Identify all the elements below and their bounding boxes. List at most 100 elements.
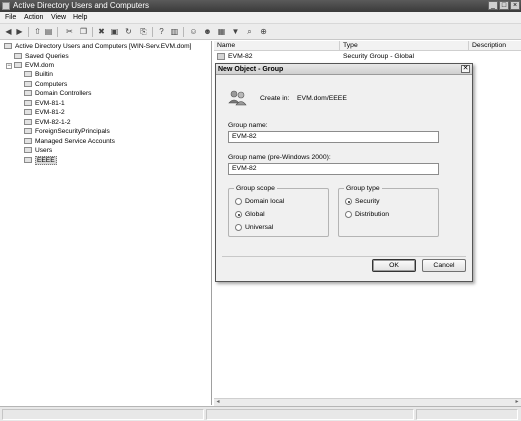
show-console-tree-icon[interactable]: ▤ (44, 27, 53, 36)
radio-security-label: Security (355, 198, 380, 205)
tree-item-evm-81-2[interactable]: EVM-81-2 (24, 108, 65, 117)
status-pane (416, 409, 518, 420)
radio-universal-label: Universal (245, 224, 274, 231)
scroll-right-icon[interactable]: ▸ (513, 399, 521, 406)
collapse-toggle[interactable]: − (6, 63, 12, 69)
row-name: EVM-82 (228, 53, 253, 60)
toolbar-divider (152, 27, 153, 37)
group-scope-box: Group scope Domain local Global Universa… (228, 184, 329, 237)
tree-item-domain[interactable]: EVM.dom (14, 61, 54, 70)
status-pane (2, 409, 204, 420)
tree-item-foreign-security-principals[interactable]: ForeignSecurityPrincipals (24, 127, 110, 136)
tree-item-domain-controllers[interactable]: Domain Controllers (24, 89, 91, 98)
export-list-icon[interactable]: ⎘ (139, 27, 148, 36)
ou-icon (24, 100, 32, 106)
group-type-title: Group type (344, 184, 382, 193)
back-icon[interactable]: ◀ (4, 27, 13, 36)
new-group-icon[interactable]: ☻ (203, 27, 212, 36)
add-to-group-icon[interactable]: ⊕ (259, 27, 268, 36)
column-header-type[interactable]: Type (340, 41, 469, 51)
status-bar (0, 406, 521, 421)
aduc-icon (4, 43, 12, 49)
group-type-box: Group type Security Distribution (338, 184, 439, 237)
domain-icon (14, 62, 22, 68)
tree-item-saved-queries[interactable]: Saved Queries (14, 52, 69, 61)
window-title-bar: Active Directory Users and Computers _ □… (0, 0, 521, 12)
dialog-divider (222, 256, 466, 257)
dialog-close-button[interactable]: ✕ (461, 65, 470, 73)
radio-security[interactable] (345, 198, 352, 205)
new-ou-icon[interactable]: ▦ (217, 27, 226, 36)
new-user-icon[interactable]: ☺ (189, 27, 198, 36)
menu-view[interactable]: View (51, 13, 66, 23)
close-window-button[interactable]: × (510, 1, 520, 10)
filter-icon[interactable]: ▼ (231, 27, 240, 36)
console-tree: Active Directory Users and Computers [WI… (0, 41, 212, 405)
folder-icon (24, 147, 32, 153)
pre2000-name-label: Group name (pre-Windows 2000): (228, 154, 331, 161)
column-header-name[interactable]: Name (214, 41, 340, 51)
group-name-label: Group name: (228, 122, 268, 129)
forward-icon[interactable]: ▶ (15, 27, 24, 36)
find-icon[interactable]: ⌕ (245, 27, 254, 36)
tree-item-evm-81-1[interactable]: EVM-81-1 (24, 99, 65, 108)
radio-domain-local-label: Domain local (245, 198, 285, 205)
folder-icon (14, 53, 22, 59)
ou-icon (24, 109, 32, 115)
menu-action[interactable]: Action (24, 13, 43, 23)
ou-icon (24, 119, 32, 125)
new-object-group-dialog: New Object - Group ✕ Create in: EVM.dom/… (215, 63, 473, 282)
tree-item-builtin[interactable]: Builtin (24, 70, 53, 79)
tree-item-computers[interactable]: Computers (24, 80, 67, 89)
folder-icon (24, 138, 32, 144)
app-icon (2, 2, 10, 10)
toolbar: ◀ ▶ ⇧ ▤ ✂ ❐ ✖ ▣ ↻ ⎘ ? ▥ ☺ ☻ ▦ ▼ ⌕ ⊕ (0, 24, 521, 40)
toolbar-divider (57, 27, 58, 37)
toolbar-divider (92, 27, 93, 37)
radio-distribution[interactable] (345, 211, 352, 218)
menu-help[interactable]: Help (73, 13, 87, 23)
scroll-left-icon[interactable]: ◂ (214, 399, 222, 406)
folder-icon (24, 71, 32, 77)
refresh-icon[interactable]: ↻ (124, 27, 133, 36)
dialog-title: New Object - Group (218, 66, 284, 73)
maximize-button[interactable]: □ (499, 1, 509, 10)
window-title: Active Directory Users and Computers (13, 1, 150, 10)
create-in-path: EVM.dom/EEEE (297, 95, 347, 102)
tree-root[interactable]: Active Directory Users and Computers [WI… (4, 42, 192, 51)
up-folder-icon[interactable]: ⇧ (33, 27, 42, 36)
list-row[interactable]: EVM-82 Security Group - Global (214, 52, 521, 61)
cancel-button[interactable]: Cancel (422, 259, 466, 272)
ou-icon (24, 157, 32, 163)
cut-icon[interactable]: ✂ (65, 27, 74, 36)
row-type: Security Group - Global (343, 53, 415, 60)
minimize-button[interactable]: _ (488, 1, 498, 10)
radio-domain-local[interactable] (235, 198, 242, 205)
ou-icon (24, 90, 32, 96)
radio-global[interactable] (235, 211, 242, 218)
group-icon (228, 90, 247, 106)
horizontal-scrollbar[interactable]: ◂ ▸ (214, 398, 521, 406)
delete-icon[interactable]: ✖ (97, 27, 106, 36)
group-icon (217, 53, 225, 60)
properties-icon[interactable]: ▣ (110, 27, 119, 36)
column-header-description[interactable]: Description (469, 41, 521, 51)
show-action-pane-icon[interactable]: ▥ (170, 27, 179, 36)
ok-button[interactable]: OK (372, 259, 416, 272)
toolbar-divider (28, 27, 29, 37)
tree-item-evm-82-1-2[interactable]: EVM-82-1-2 (24, 118, 71, 127)
status-pane (206, 409, 414, 420)
radio-global-label: Global (245, 211, 265, 218)
create-in-label: Create in: (260, 95, 290, 102)
tree-item-managed-service-accounts[interactable]: Managed Service Accounts (24, 137, 115, 146)
group-name-field[interactable]: EVM-82 (228, 131, 439, 143)
copy-icon[interactable]: ❐ (79, 27, 88, 36)
radio-distribution-label: Distribution (355, 211, 389, 218)
tree-item-users[interactable]: Users (24, 146, 52, 155)
radio-universal[interactable] (235, 224, 242, 231)
tree-item-eeee[interactable]: EEEE (24, 156, 57, 165)
help-icon[interactable]: ? (157, 27, 166, 36)
menu-file[interactable]: File (5, 13, 16, 23)
group-scope-title: Group scope (234, 184, 277, 193)
pre2000-name-field[interactable]: EVM-82 (228, 163, 439, 175)
